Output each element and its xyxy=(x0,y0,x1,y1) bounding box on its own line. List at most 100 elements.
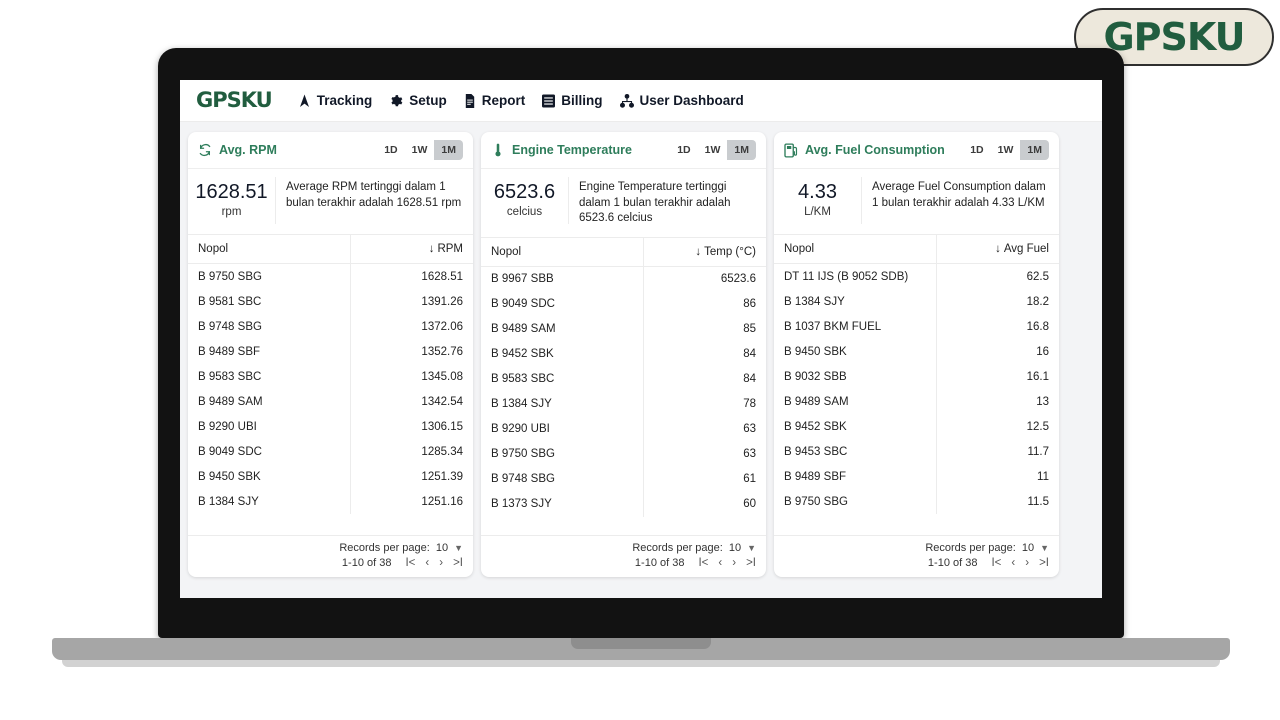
previous-page-button[interactable]: ‹ xyxy=(718,557,722,569)
records-per-page-label: Records per page: xyxy=(339,542,430,554)
range-option-1w[interactable]: 1W xyxy=(697,140,728,160)
table-header-row: Nopol ↓ Avg Fuel xyxy=(774,234,1059,264)
cell-value: 1251.39 xyxy=(349,464,473,489)
records-per-page-label: Records per page: xyxy=(925,542,1016,554)
table-row: B 9452 SBK 12.5 xyxy=(774,414,1059,439)
nav-label: Report xyxy=(481,93,526,108)
card-summary: 6523.6 celcius Engine Temperature tertin… xyxy=(481,169,766,237)
range-option-1m[interactable]: 1M xyxy=(1020,140,1049,160)
column-header-value[interactable]: ↓ Avg Fuel xyxy=(935,234,1059,264)
card-avg-rpm: Avg. RPM 1D 1W 1M 1628.51 rpm Average RP… xyxy=(188,132,473,577)
chevron-down-icon[interactable]: ▼ xyxy=(454,543,463,553)
column-header-nopol[interactable]: Nopol xyxy=(774,234,937,264)
last-page-button[interactable]: >I xyxy=(1039,557,1049,569)
range-option-1w[interactable]: 1W xyxy=(990,140,1021,160)
last-page-button[interactable]: >I xyxy=(746,557,756,569)
previous-page-button[interactable]: ‹ xyxy=(425,557,429,569)
cell-nopol: B 1384 SJY xyxy=(491,398,552,411)
cell-nopol: B 9748 SBG xyxy=(491,473,555,486)
nav-item-billing[interactable]: Billing xyxy=(542,93,603,108)
records-per-page[interactable]: Records per page: 10 ▼ xyxy=(925,542,1049,554)
cell-nopol: B 9032 SBB xyxy=(784,370,847,383)
nav-label: Billing xyxy=(561,93,603,108)
table-header-row: Nopol ↓ RPM xyxy=(188,234,473,264)
summary-description: Average RPM tertinggi dalam 1 bulan tera… xyxy=(286,181,462,209)
table-row: B 9453 SBC 11.7 xyxy=(774,439,1059,464)
table-row: B 9748 SBG 1372.06 xyxy=(188,314,473,339)
cell-nopol: B 9450 SBK xyxy=(784,345,847,358)
dashboard-cards-row: Avg. RPM 1D 1W 1M 1628.51 rpm Average RP… xyxy=(180,122,1102,598)
first-page-button[interactable]: I< xyxy=(405,557,415,569)
cell-value: 63 xyxy=(642,441,766,467)
table-row: B 9290 UBI 1306.15 xyxy=(188,414,473,439)
range-selector[interactable]: 1D 1W 1M xyxy=(377,140,463,160)
cell-nopol: B 9489 SAM xyxy=(491,323,556,336)
range-option-1d[interactable]: 1D xyxy=(377,140,405,160)
range-selector[interactable]: 1D 1W 1M xyxy=(670,140,756,160)
nav-item-user-dashboard[interactable]: User Dashboard xyxy=(619,93,744,108)
previous-page-button[interactable]: ‹ xyxy=(1011,557,1015,569)
range-selector[interactable]: 1D 1W 1M xyxy=(963,140,1049,160)
pagination-footer: Records per page: 10 ▼ 1-10 of 38 I< ‹ ›… xyxy=(188,535,473,577)
table-row: B 9032 SBB 16.1 xyxy=(774,364,1059,389)
chevron-down-icon[interactable]: ▼ xyxy=(747,543,756,553)
cell-value: 1345.08 xyxy=(349,364,473,389)
cell-nopol: B 9049 SDC xyxy=(491,298,555,311)
range-option-1d[interactable]: 1D xyxy=(963,140,991,160)
chevron-down-icon[interactable]: ▼ xyxy=(1040,543,1049,553)
cell-value: 1285.34 xyxy=(349,439,473,464)
column-header-nopol[interactable]: Nopol xyxy=(481,236,644,267)
nav-label: Tracking xyxy=(316,93,373,108)
column-header-value[interactable]: ↓ RPM xyxy=(349,234,473,264)
cell-nopol: B 9489 SBF xyxy=(784,470,847,483)
data-table: Nopol ↓ Temp (°C) B 9967 SBB 6523.6 B 9049… xyxy=(481,236,766,517)
table-row: B 9049 SDC 1285.34 xyxy=(188,439,473,464)
cell-nopol: B 9583 SBC xyxy=(198,370,262,383)
nav-item-report[interactable]: Report xyxy=(464,93,526,108)
cell-value: 61 xyxy=(642,466,766,492)
nav-label: Setup xyxy=(409,93,447,108)
navigation-arrow-icon xyxy=(298,94,311,108)
table-row: B 1384 SJY 18.2 xyxy=(774,289,1059,314)
card-summary: 1628.51 rpm Average RPM tertinggi dalam … xyxy=(188,169,473,234)
card-title: Engine Temperature xyxy=(512,143,632,157)
nav-item-setup[interactable]: Setup xyxy=(389,93,447,108)
range-option-1w[interactable]: 1W xyxy=(404,140,435,160)
range-option-1m[interactable]: 1M xyxy=(727,140,756,160)
next-page-button[interactable]: › xyxy=(732,557,736,569)
cell-value: 18.2 xyxy=(935,289,1059,314)
range-option-1d[interactable]: 1D xyxy=(670,140,698,160)
column-header-value[interactable]: ↓ Temp (°C) xyxy=(642,236,766,267)
records-per-page-value: 10 xyxy=(435,542,449,554)
card-header: Avg. Fuel Consumption 1D 1W 1M xyxy=(774,132,1059,169)
card-header: Engine Temperature 1D 1W 1M xyxy=(481,132,766,169)
nav-item-tracking[interactable]: Tracking xyxy=(298,93,373,108)
table-row: B 9489 SBF 11 xyxy=(774,464,1059,489)
cell-nopol: B 9290 UBI xyxy=(198,420,257,433)
laptop-screen: GPSKU Tracking Setup Report Billing User… xyxy=(180,80,1102,598)
range-option-1m[interactable]: 1M xyxy=(434,140,463,160)
table-row: B 9489 SBF 1352.76 xyxy=(188,339,473,364)
cell-nopol: B 1037 BKM FUEL xyxy=(784,320,882,333)
pager: 1-10 of 38 I< ‹ › >I xyxy=(342,557,463,569)
records-per-page[interactable]: Records per page: 10 ▼ xyxy=(632,542,756,554)
table-row: B 9450 SBK 16 xyxy=(774,339,1059,364)
first-page-button[interactable]: I< xyxy=(698,557,708,569)
records-per-page[interactable]: Records per page: 10 ▼ xyxy=(339,542,463,554)
table-row: B 9581 SBC 1391.26 xyxy=(188,289,473,314)
last-page-button[interactable]: >I xyxy=(453,557,463,569)
laptop-lid: GPSKU Tracking Setup Report Billing User… xyxy=(158,48,1124,638)
table-row: DT 11 IJS (B 9052 SDB) 62.5 xyxy=(774,263,1059,289)
summary-metric: 6523.6 celcius xyxy=(481,177,569,224)
first-page-button[interactable]: I< xyxy=(991,557,1001,569)
sort-descending-icon: ↓ xyxy=(695,245,702,258)
next-page-button[interactable]: › xyxy=(439,557,443,569)
card-summary: 4.33 L/KM Average Fuel Consumption dalam… xyxy=(774,169,1059,234)
table-row: B 9583 SBC 1345.08 xyxy=(188,364,473,389)
cell-nopol: B 9583 SBC xyxy=(491,373,555,386)
column-header-nopol[interactable]: Nopol xyxy=(188,234,351,264)
invoice-icon xyxy=(542,94,556,108)
next-page-button[interactable]: › xyxy=(1025,557,1029,569)
table-header-row: Nopol ↓ Temp (°C) xyxy=(481,236,766,267)
cell-nopol: B 9489 SAM xyxy=(784,395,849,408)
